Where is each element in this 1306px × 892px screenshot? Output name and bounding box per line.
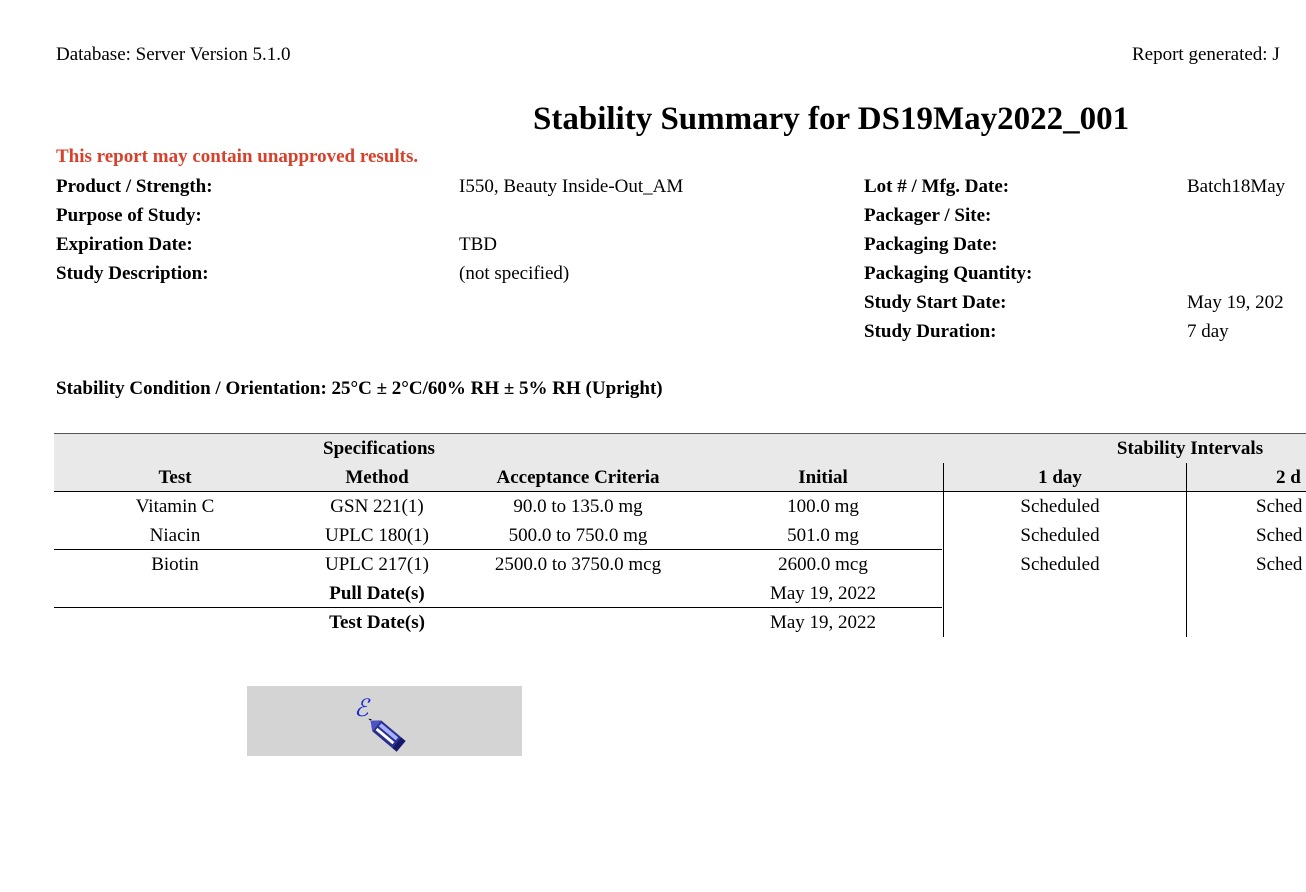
- interval-divider-1: [943, 463, 944, 637]
- packager-site-label: Packager / Site:: [864, 205, 992, 226]
- report-generated: Report generated: J: [1132, 44, 1280, 65]
- unapproved-warning: This report may contain unapproved resul…: [56, 146, 419, 167]
- product-strength-value: I550, Beauty Inside-Out_AM: [459, 176, 684, 197]
- packaging-quantity-label: Packaging Quantity:: [864, 263, 1033, 284]
- cell-method: UPLC 217(1): [325, 554, 429, 575]
- pull-dates-initial: May 19, 2022: [769, 583, 877, 604]
- column-header-test: Test: [158, 467, 192, 488]
- e-signature-button[interactable]: ℰ: [247, 686, 522, 756]
- packaging-date-label: Packaging Date:: [864, 234, 998, 255]
- cell-initial: 501.0 mg: [787, 525, 859, 546]
- column-header-method: Method: [345, 467, 409, 488]
- cell-interval-2: Sched: [1256, 525, 1303, 546]
- stability-condition: Stability Condition / Orientation: 25°C …: [56, 378, 663, 399]
- study-description-value: (not specified): [459, 263, 570, 284]
- purpose-of-study-label: Purpose of Study:: [56, 205, 202, 226]
- table-top-rule: [54, 433, 1306, 434]
- cell-test: Niacin: [149, 525, 201, 546]
- cell-acceptance: 90.0 to 135.0 mg: [513, 496, 643, 517]
- cell-initial: 2600.0 mcg: [778, 554, 868, 575]
- cell-interval-1: Scheduled: [1020, 525, 1100, 546]
- pull-dates-label: Pull Date(s): [329, 583, 425, 604]
- cell-test: Biotin: [151, 554, 199, 575]
- header-bottom-rule: [54, 491, 1306, 492]
- e-signature-pen-icon: ℰ: [354, 694, 406, 752]
- row-rule-niacin: [54, 549, 942, 550]
- column-header-initial: Initial: [798, 467, 848, 488]
- column-header-1-day: 1 day: [1038, 467, 1082, 488]
- cell-method: UPLC 180(1): [325, 525, 429, 546]
- cell-acceptance: 2500.0 to 3750.0 mcg: [494, 554, 662, 575]
- cell-interval-1: Scheduled: [1020, 496, 1100, 517]
- cell-initial: 100.0 mg: [787, 496, 859, 517]
- study-start-date-value: May 19, 202: [1187, 292, 1284, 313]
- study-duration-label: Study Duration:: [864, 321, 997, 342]
- cell-acceptance: 500.0 to 750.0 mg: [508, 525, 648, 546]
- cell-interval-2: Sched: [1256, 496, 1303, 517]
- lot-mfg-date-label: Lot # / Mfg. Date:: [864, 176, 1010, 197]
- column-header-acceptance: Acceptance Criteria: [496, 467, 660, 488]
- row-rule-test-dates: [54, 607, 942, 608]
- report-title: Stability Summary for DS19May2022_001: [533, 101, 1130, 137]
- column-header-2-day: 2 d: [1276, 467, 1301, 488]
- expiration-date-label: Expiration Date:: [56, 234, 193, 255]
- interval-divider-2: [1186, 463, 1187, 637]
- study-duration-value: 7 day: [1187, 321, 1229, 342]
- cell-interval-1: Scheduled: [1020, 554, 1100, 575]
- expiration-date-value: TBD: [459, 234, 497, 255]
- stability-intervals-group-header: Stability Intervals: [1116, 438, 1264, 459]
- product-strength-label: Product / Strength:: [56, 176, 213, 197]
- cell-method: GSN 221(1): [330, 496, 424, 517]
- svg-text:ℰ: ℰ: [354, 694, 371, 722]
- test-dates-initial: May 19, 2022: [769, 612, 877, 633]
- study-description-label: Study Description:: [56, 263, 209, 284]
- test-dates-label: Test Date(s): [329, 612, 425, 633]
- study-start-date-label: Study Start Date:: [864, 292, 1007, 313]
- cell-interval-2: Sched: [1256, 554, 1303, 575]
- database-version: Database: Server Version 5.1.0: [56, 44, 291, 65]
- cell-test: Vitamin C: [135, 496, 215, 517]
- specifications-group-header: Specifications: [323, 438, 435, 459]
- lot-mfg-date-value: Batch18May: [1187, 176, 1286, 197]
